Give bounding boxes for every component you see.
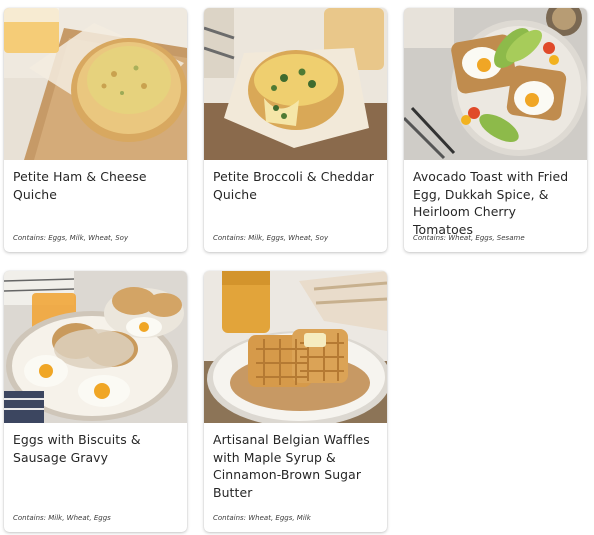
card-title[interactable]: Petite Broccoli & Cheddar Quiche	[213, 168, 379, 203]
menu-card-ham-cheese-quiche[interactable]: Petite Ham & Cheese Quiche Contains: Egg…	[4, 8, 187, 252]
card-title[interactable]: Eggs with Biscuits & Sausage Gravy	[13, 431, 179, 466]
card-title[interactable]: Avocado Toast with Fried Egg, Dukkah Spi…	[413, 168, 579, 238]
ham-cheese-quiche-image	[4, 8, 187, 160]
allergen-info: Contains: Milk, Wheat, Eggs	[13, 514, 111, 522]
menu-card-eggs-biscuits-gravy[interactable]: Eggs with Biscuits & Sausage Gravy Conta…	[4, 271, 187, 532]
card-title[interactable]: Artisanal Belgian Waffles with Maple Syr…	[213, 431, 379, 501]
allergen-info: Contains: Wheat, Eggs, Milk	[213, 514, 311, 522]
allergen-info: Contains: Milk, Eggs, Wheat, Soy	[213, 234, 329, 242]
eggs-biscuits-gravy-image	[4, 271, 187, 423]
allergen-info: Contains: Eggs, Milk, Wheat, Soy	[13, 234, 129, 242]
belgian-waffles-image	[204, 271, 387, 423]
menu-card-grid: Petite Ham & Cheese Quiche Contains: Egg…	[4, 8, 588, 533]
menu-card-avocado-toast[interactable]: Avocado Toast with Fried Egg, Dukkah Spi…	[404, 8, 587, 252]
allergen-info: Contains: Wheat, Eggs, Sesame	[413, 234, 525, 242]
menu-card-broccoli-cheddar-quiche[interactable]: Petite Broccoli & Cheddar Quiche Contain…	[204, 8, 387, 252]
avocado-toast-image	[404, 8, 587, 160]
card-title[interactable]: Petite Ham & Cheese Quiche	[13, 168, 179, 203]
menu-card-belgian-waffles[interactable]: Artisanal Belgian Waffles with Maple Syr…	[204, 271, 387, 532]
broccoli-cheddar-quiche-image	[204, 8, 387, 160]
